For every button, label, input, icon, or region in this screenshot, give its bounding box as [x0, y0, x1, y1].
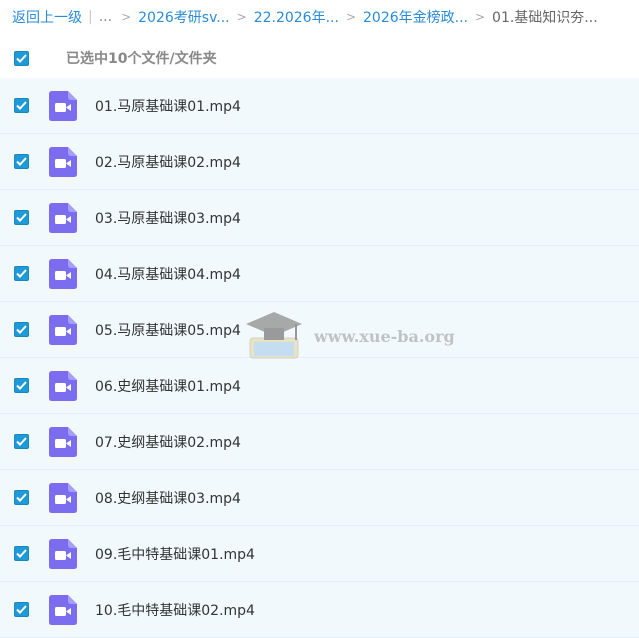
check-icon [16, 213, 27, 222]
video-file-icon [49, 482, 77, 513]
check-icon [16, 157, 27, 166]
file-row[interactable]: 01.马原基础课01.mp4 [0, 78, 639, 134]
breadcrumb-divider: | [88, 9, 93, 25]
file-checkbox[interactable] [14, 434, 29, 449]
video-file-icon [49, 594, 77, 625]
file-list: 01.马原基础课01.mp4 02.马原基础课02.mp4 03.马原基础课03.m… [0, 78, 639, 638]
file-row[interactable]: 07.史纲基础课02.mp4 [0, 414, 639, 470]
file-name: 08.史纲基础课03.mp4 [95, 490, 241, 507]
file-row[interactable]: 03.马原基础课03.mp4 [0, 190, 639, 246]
breadcrumb-item[interactable]: 2026考研sv... [138, 7, 229, 27]
file-name: 03.马原基础课03.mp4 [95, 210, 241, 227]
video-file-icon [49, 314, 77, 345]
video-file-icon [49, 202, 77, 233]
file-checkbox[interactable] [14, 602, 29, 617]
video-file-icon [49, 370, 77, 401]
check-icon [16, 269, 27, 278]
breadcrumb-separator: > [474, 10, 486, 24]
file-row[interactable]: 08.史纲基础课03.mp4 [0, 470, 639, 526]
file-row[interactable]: 10.毛中特基础课02.mp4 [0, 582, 639, 638]
breadcrumb-current: 01.基础知识夯... [492, 10, 598, 26]
check-icon [16, 437, 27, 446]
file-checkbox[interactable] [14, 546, 29, 561]
file-name: 07.史纲基础课02.mp4 [95, 434, 241, 451]
file-checkbox[interactable] [14, 490, 29, 505]
selection-bar: 已选中10个文件/文件夹 [0, 40, 639, 76]
file-checkbox[interactable] [14, 378, 29, 393]
file-row[interactable]: 06.史纲基础课01.mp4 [0, 358, 639, 414]
breadcrumb-separator: > [236, 10, 247, 24]
file-checkbox[interactable] [14, 210, 29, 225]
file-checkbox[interactable] [14, 154, 29, 169]
file-name: 06.史纲基础课01.mp4 [95, 378, 241, 395]
breadcrumb-separator: > [345, 10, 356, 24]
file-name: 10.毛中特基础课02.mp4 [95, 602, 255, 619]
file-row[interactable]: 04.马原基础课04.mp4 [0, 246, 639, 302]
file-name: 04.马原基础课04.mp4 [95, 266, 241, 283]
breadcrumb-ellipsis[interactable]: ... [99, 9, 112, 25]
file-checkbox[interactable] [14, 322, 29, 337]
file-row[interactable]: 02.马原基础课02.mp4 [0, 134, 639, 190]
video-file-icon [49, 258, 77, 289]
breadcrumb: 返回上一级 | ... > 2026考研sv... > 22.2026年... … [12, 6, 598, 28]
file-name: 05.马原基础课05.mp4 [95, 322, 241, 339]
file-row[interactable]: 09.毛中特基础课01.mp4 [0, 526, 639, 582]
check-icon [16, 325, 27, 334]
breadcrumb-item[interactable]: 22.2026年... [254, 7, 339, 27]
breadcrumb-item[interactable]: 2026年金榜政... [363, 7, 468, 27]
breadcrumb-separator: > [121, 10, 132, 24]
check-icon [16, 101, 27, 110]
file-checkbox[interactable] [14, 266, 29, 281]
select-all-checkbox[interactable] [14, 50, 29, 66]
video-file-icon [49, 426, 77, 457]
selection-count: 已选中10个文件/文件夹 [66, 51, 217, 67]
file-checkbox[interactable] [14, 98, 29, 113]
check-icon [16, 493, 27, 502]
file-name: 01.马原基础课01.mp4 [95, 98, 241, 115]
file-name: 09.毛中特基础课01.mp4 [95, 546, 255, 563]
check-icon [16, 53, 27, 63]
video-file-icon [49, 146, 77, 177]
video-file-icon [49, 538, 77, 569]
file-row[interactable]: 05.马原基础课05.mp4 [0, 302, 639, 358]
file-name: 02.马原基础课02.mp4 [95, 154, 241, 171]
back-link[interactable]: 返回上一级 [12, 7, 82, 27]
check-icon [16, 605, 27, 614]
check-icon [16, 549, 27, 558]
video-file-icon [49, 90, 77, 121]
check-icon [16, 381, 27, 390]
